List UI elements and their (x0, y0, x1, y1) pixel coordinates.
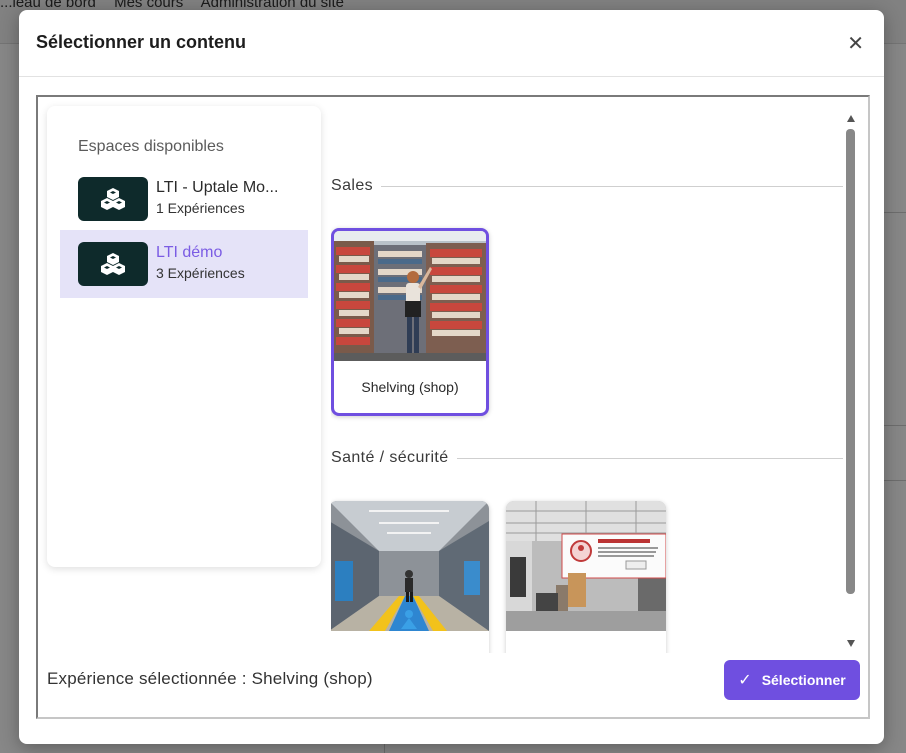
space-name: LTI démo (156, 244, 223, 261)
spaces-panel: Espaces disponibles LTI - Uptale Mo... 1… (47, 106, 321, 567)
content-frame: Espaces disponibles LTI - Uptale Mo... 1… (36, 95, 870, 719)
select-button[interactable]: ✓ Sélectionner (724, 660, 860, 700)
scrollbar[interactable] (845, 109, 857, 649)
space-count: 1 Expériences (156, 200, 245, 216)
experience-thumbnail (334, 231, 486, 361)
space-item-uptale[interactable]: LTI - Uptale Mo... 1 Expériences (60, 165, 308, 233)
modal-title: Sélectionner un contenu (36, 32, 247, 52)
select-button-label: Sélectionner (761, 672, 846, 688)
experience-thumbnail (331, 501, 489, 631)
cubes-icon (78, 242, 148, 286)
select-content-modal: Sélectionner un contenu ✕ Espaces dispon… (19, 10, 884, 744)
experience-card-safety-1[interactable] (331, 501, 489, 653)
experience-thumbnail (506, 501, 666, 631)
section-title-sales: Sales (331, 177, 843, 195)
space-item-lti-demo[interactable]: LTI démo 3 Expériences (60, 230, 308, 298)
selected-experience-text: Expérience sélectionnée : Shelving (shop… (47, 669, 373, 688)
cubes-icon (78, 177, 148, 221)
close-icon[interactable]: ✕ (847, 32, 864, 56)
experience-label: Shelving (shop) (361, 379, 459, 395)
experience-card-safety-2[interactable] (506, 501, 666, 653)
check-icon: ✓ (738, 672, 752, 689)
space-count: 3 Expériences (156, 265, 245, 281)
section-title-health-safety: Santé / sécurité (331, 449, 843, 467)
space-name: LTI - Uptale Mo... (156, 179, 279, 196)
scroll-down-icon[interactable] (847, 640, 855, 647)
modal-header: Sélectionner un contenu ✕ (19, 10, 884, 77)
spaces-title: Espaces disponibles (78, 138, 224, 155)
experience-card-shelving[interactable]: Shelving (shop) (331, 228, 489, 416)
experiences-list[interactable]: Sales Shelving (shop) Santé / sécurité (331, 97, 843, 653)
scrollbar-thumb[interactable] (846, 129, 855, 594)
scroll-up-icon[interactable] (847, 115, 855, 122)
